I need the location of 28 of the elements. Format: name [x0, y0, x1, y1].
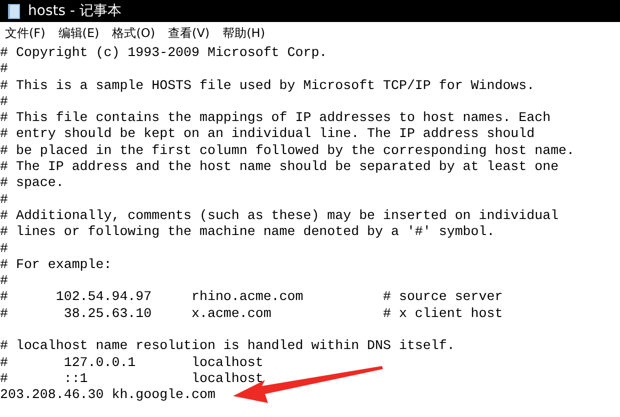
- notepad-icon: [8, 4, 20, 18]
- text-line: #: [0, 273, 9, 290]
- text-line: # 38.25.63.10 x.acme.com # x client host: [0, 306, 504, 322]
- text-line: #: [0, 240, 9, 257]
- text-line: # This file contains the mappings of IP addresses to host names. Each: [0, 110, 552, 126]
- text-line: # entry should be kept on an individual line. The IP address should: [0, 126, 536, 143]
- text-line: #: [0, 61, 9, 78]
- menu-item[interactable]: 查看(V): [168, 24, 210, 42]
- text-line: # be placed in the first column followed by the corresponding host name.: [0, 142, 576, 160]
- text-line: # lines or following the machine name denoted by a '#' symbol.: [0, 224, 496, 241]
- text-line: # Copyright (c) 1993-2009 Microsoft Corp.: [0, 45, 328, 62]
- text-line: #: [0, 192, 9, 208]
- text-line: # 127.0.0.1 localhost: [0, 354, 264, 371]
- text-line: #: [0, 94, 9, 110]
- text-line: 203.208.46.30 kh.google.com: [0, 387, 216, 404]
- text-line: # The IP address and the host name should be separated by at least one: [0, 159, 560, 176]
- menu-item[interactable]: 帮助(H): [222, 24, 265, 42]
- text-line: # This is a sample HOSTS file used by Microsoft TCP/IP for Windows.: [0, 78, 536, 94]
- menu-item[interactable]: 格式(O): [112, 24, 156, 42]
- window-title: hosts - 记事本: [28, 2, 122, 20]
- text-line: # space.: [0, 175, 65, 192]
- text-line: # 102.54.94.97 rhino.acme.com # source server: [0, 289, 504, 306]
- menu-item[interactable]: 文件(F): [5, 24, 46, 42]
- text-line: # Additionally, comments (such as these) may be inserted on individual: [0, 208, 560, 224]
- text-line: # ::1 localhost: [0, 370, 264, 388]
- menu-item[interactable]: 编辑(E): [58, 24, 100, 42]
- text-line: # localhost name resolution is handled within DNS itself.: [0, 338, 456, 355]
- text-line: # For example:: [0, 256, 113, 274]
